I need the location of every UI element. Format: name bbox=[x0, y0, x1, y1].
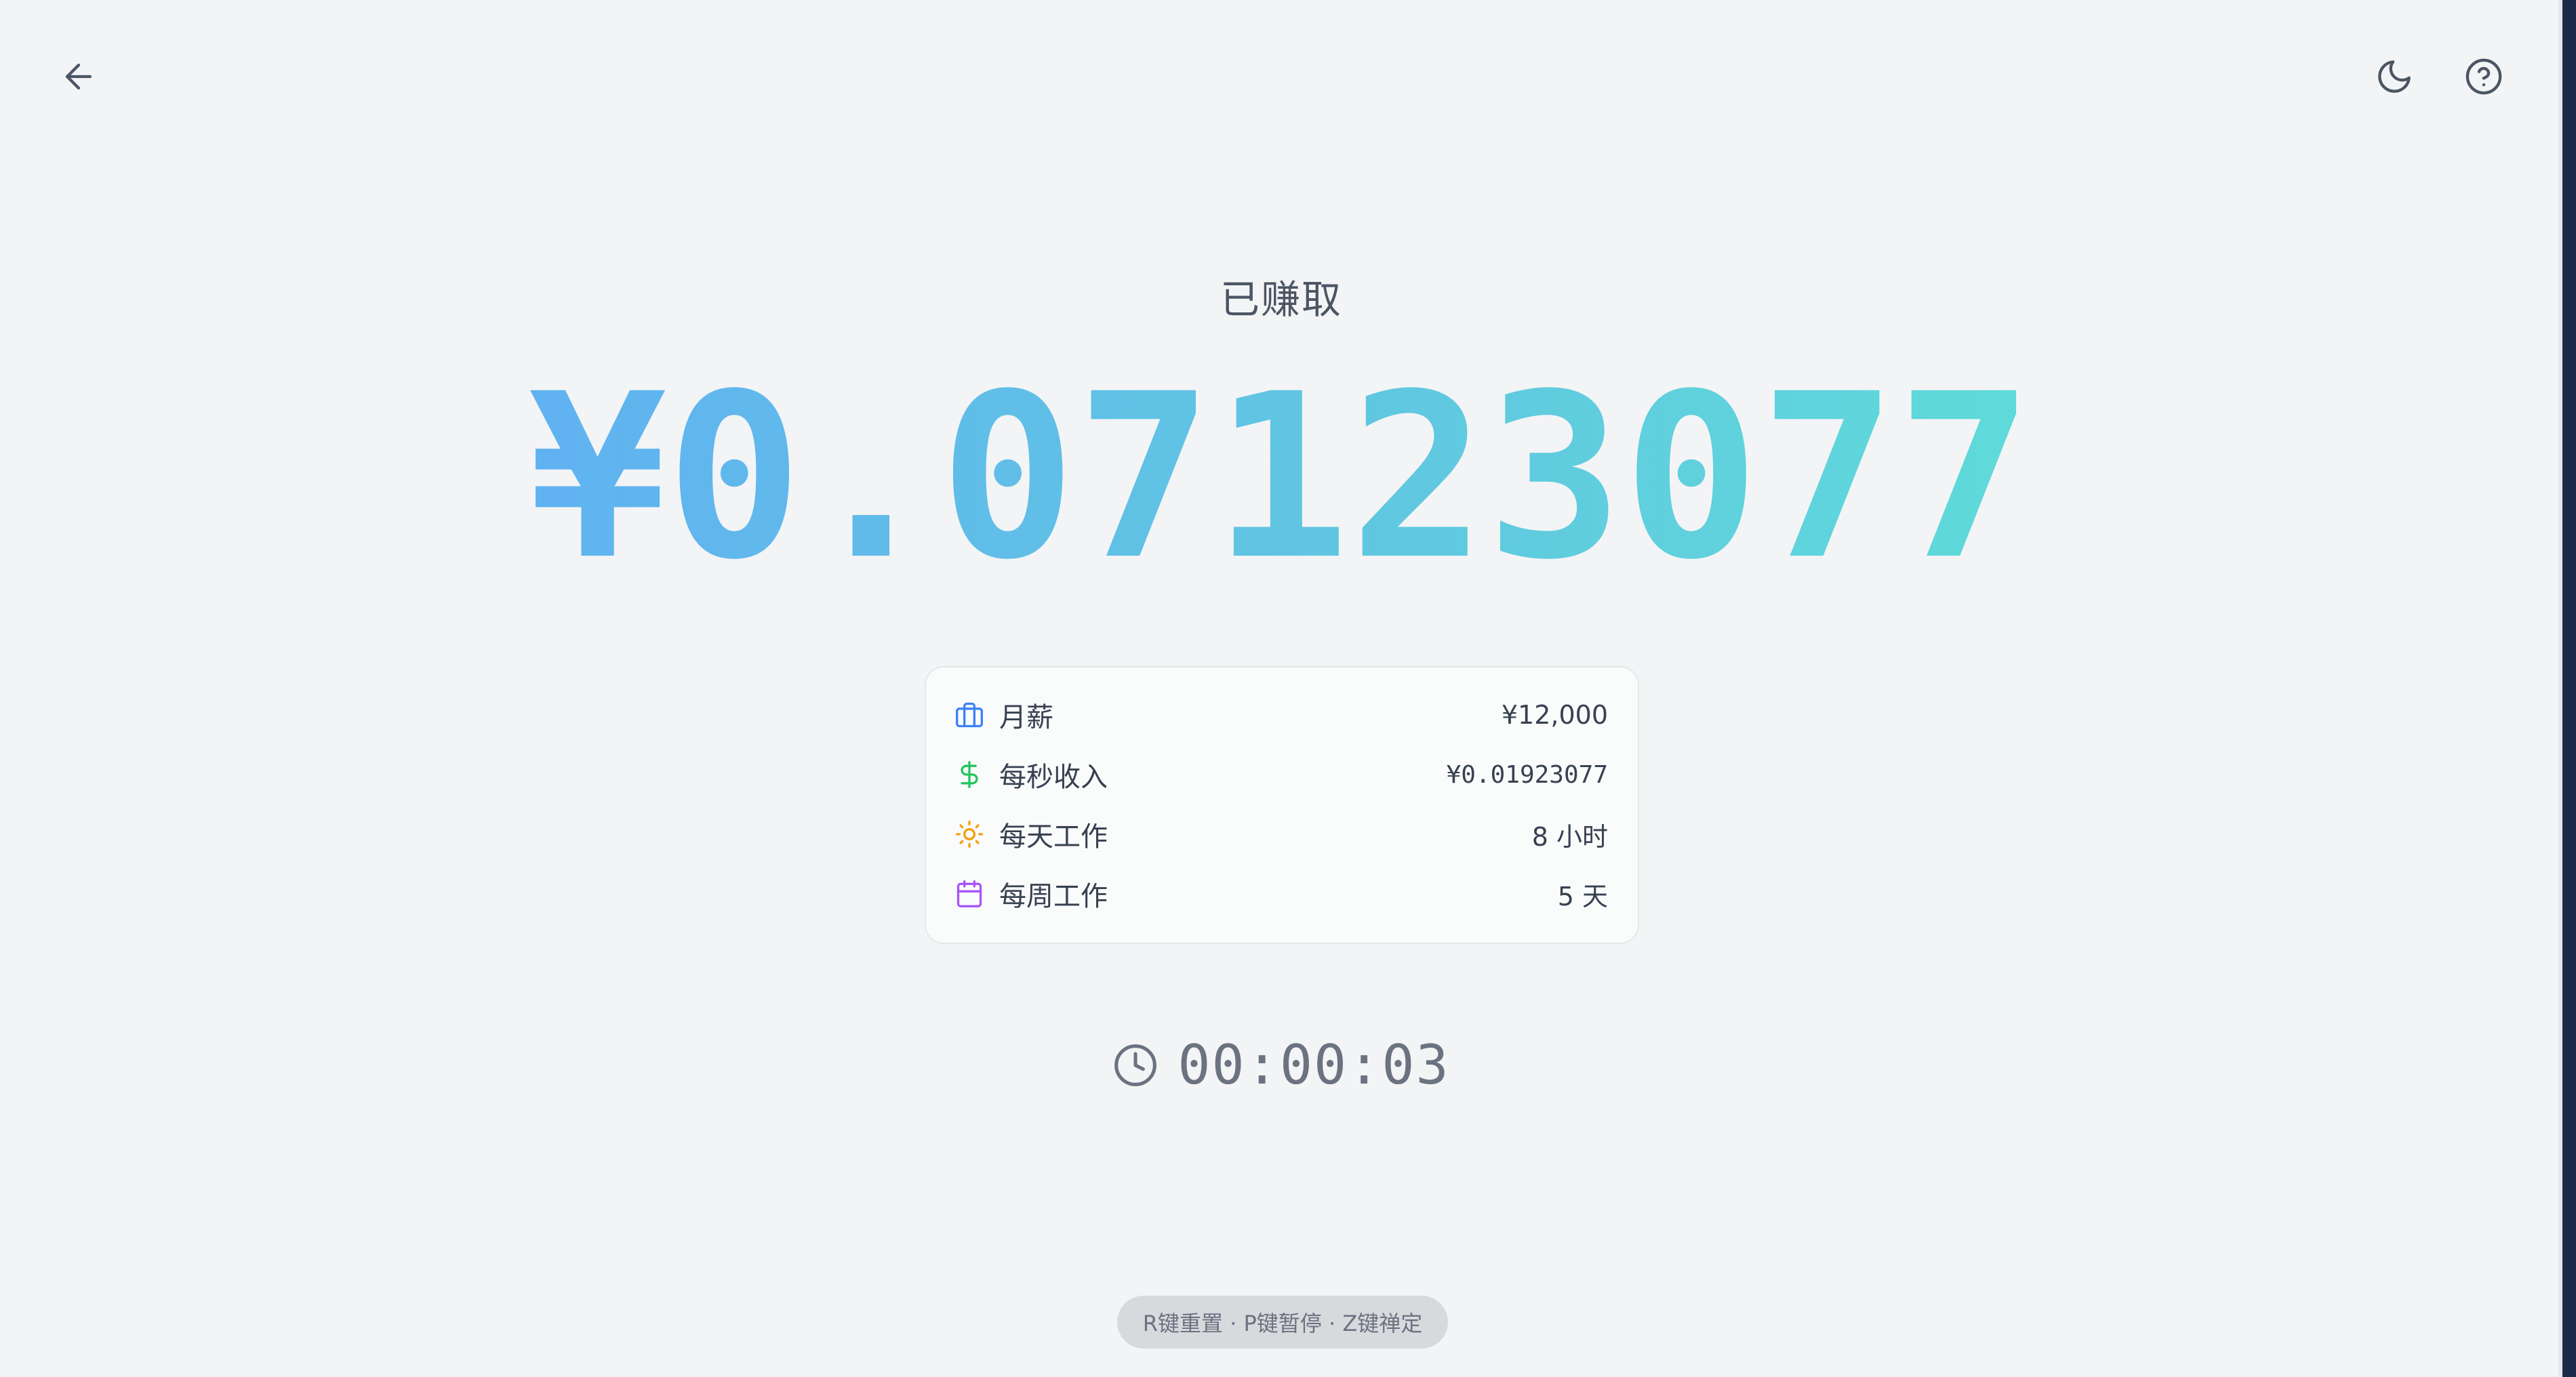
earned-label: 已赚取 bbox=[1220, 276, 1342, 323]
help-button[interactable] bbox=[2450, 43, 2518, 110]
elapsed-timer: 00:00:03 bbox=[0, 1033, 2562, 1096]
theme-toggle-button[interactable] bbox=[2360, 43, 2428, 110]
briefcase-icon bbox=[956, 702, 983, 728]
info-row-monthly-salary: 月薪 ¥12,000 bbox=[954, 685, 1608, 745]
help-circle-icon bbox=[2466, 58, 2502, 95]
dollar-icon bbox=[961, 761, 978, 788]
info-label: 月薪 bbox=[999, 702, 1053, 733]
keyboard-shortcuts-hint: R键重置 · P键暂停 · Z键禅定 bbox=[1117, 1296, 1448, 1349]
sun-icon bbox=[956, 821, 983, 848]
back-button[interactable] bbox=[45, 43, 113, 110]
salary-info-card: 月薪 ¥12,000 每秒收入 ¥0.01923077 每天工作 8 小时 每周… bbox=[925, 666, 1639, 944]
info-value: ¥0.01923077 bbox=[1446, 760, 1608, 789]
arrow-left-icon bbox=[65, 63, 92, 90]
info-row-daily-hours: 每天工作 8 小时 bbox=[954, 804, 1608, 864]
info-label: 每天工作 bbox=[999, 821, 1108, 852]
app-page: 已赚取 ¥0.07123077 月薪 ¥12,000 每秒收入 ¥0.01923… bbox=[0, 0, 2562, 1377]
clock-icon bbox=[1114, 1044, 1157, 1086]
info-value: ¥12,000 bbox=[1501, 700, 1608, 730]
earned-amount: ¥0.07123077 bbox=[0, 363, 2562, 593]
info-value: 5 天 bbox=[1557, 881, 1608, 911]
info-label: 每秒收入 bbox=[999, 762, 1108, 793]
info-row-weekly-days: 每周工作 5 天 bbox=[954, 864, 1608, 924]
moon-icon bbox=[2378, 60, 2411, 93]
calendar-icon bbox=[957, 880, 982, 907]
info-row-per-second: 每秒收入 ¥0.01923077 bbox=[954, 745, 1608, 804]
timer-text: 00:00:03 bbox=[1178, 1033, 1450, 1096]
info-label: 每周工作 bbox=[999, 881, 1108, 912]
info-value: 8 小时 bbox=[1531, 821, 1608, 852]
